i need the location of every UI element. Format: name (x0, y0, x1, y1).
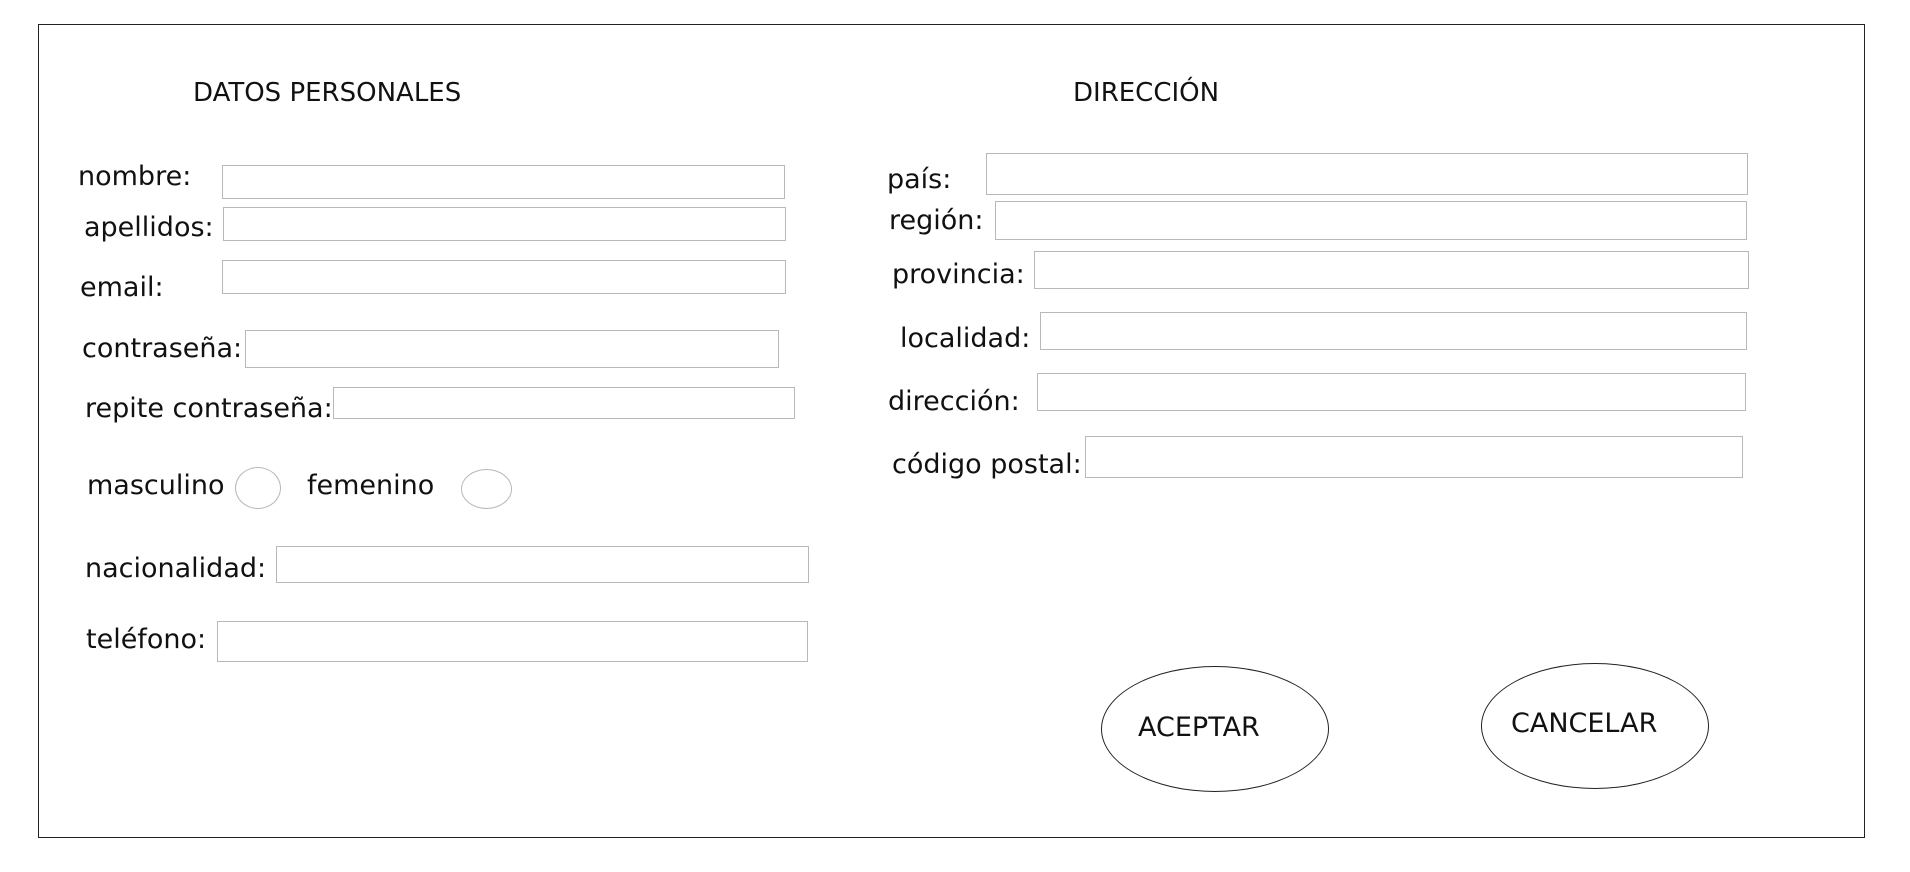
provincia-input[interactable] (1034, 251, 1749, 289)
localidad-label: localidad: (900, 323, 1031, 354)
contrasena-label: contraseña: (82, 333, 243, 364)
address-heading: DIRECCIÓN (1073, 78, 1220, 108)
femenino-label: femenino (307, 470, 435, 501)
email-label: email: (80, 272, 164, 303)
apellidos-label: apellidos: (84, 212, 214, 243)
cancel-button-label: CANCELAR (1511, 708, 1658, 739)
accept-button-label: ACEPTAR (1138, 712, 1260, 743)
apellidos-input[interactable] (223, 207, 786, 241)
accept-button[interactable]: ACEPTAR (1101, 666, 1329, 792)
localidad-input[interactable] (1040, 312, 1747, 350)
telefono-label: teléfono: (86, 624, 207, 655)
repite-contrasena-label: repite contraseña: (85, 393, 333, 424)
pais-label: país: (887, 164, 952, 195)
masculino-label: masculino (87, 470, 225, 501)
nacionalidad-input[interactable] (276, 546, 809, 583)
nacionalidad-label: nacionalidad: (85, 553, 267, 584)
nombre-input[interactable] (222, 165, 785, 199)
direccion-input[interactable] (1037, 373, 1746, 411)
provincia-label: provincia: (892, 259, 1025, 290)
personal-data-heading: DATOS PERSONALES (193, 78, 462, 108)
femenino-radio[interactable] (461, 469, 512, 509)
telefono-input[interactable] (217, 621, 808, 662)
region-label: región: (889, 205, 984, 236)
codigo-postal-input[interactable] (1085, 436, 1743, 478)
pais-input[interactable] (986, 153, 1748, 195)
repeat-password-input[interactable] (333, 387, 795, 419)
email-input[interactable] (222, 260, 786, 294)
nombre-label: nombre: (78, 161, 192, 192)
masculino-radio[interactable] (235, 467, 281, 509)
codigo-postal-label: código postal: (892, 449, 1082, 480)
region-input[interactable] (995, 201, 1747, 240)
cancel-button[interactable]: CANCELAR (1481, 663, 1709, 789)
direccion-label: dirección: (888, 386, 1020, 417)
password-input[interactable] (245, 330, 779, 368)
